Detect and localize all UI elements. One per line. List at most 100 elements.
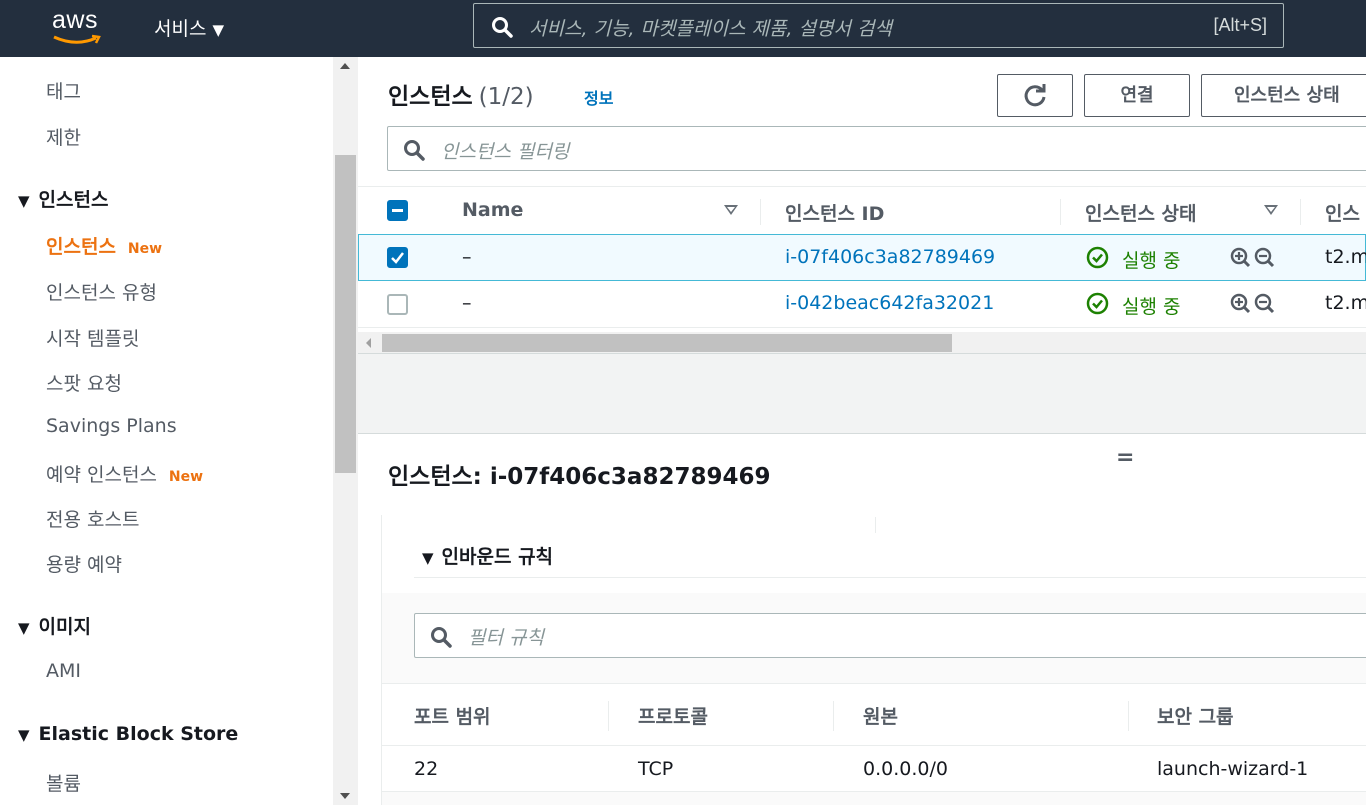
sidebar-item-label: 볼륨 [46, 773, 81, 795]
divider [414, 577, 1366, 578]
filter-placeholder: 인스턴스 필터링 [441, 141, 570, 163]
connect-button[interactable]: 연결 [1084, 74, 1190, 117]
row-checkbox[interactable] [387, 247, 408, 268]
sidebar-item-reserved-instances[interactable]: 예약 인스턴스 New [46, 460, 203, 487]
section-label: 인바운드 규칙 [441, 546, 554, 568]
column-header-name[interactable]: Name [462, 199, 523, 221]
table-row[interactable]: – i-07f406c3a82789469 실행 중 t2.m [358, 234, 1366, 281]
column-header-instance-state[interactable]: 인스턴스 상태 [1085, 199, 1197, 226]
cell-instance-type: t2.m [1325, 292, 1366, 314]
caret-down-icon: ▼ [212, 21, 224, 39]
zoom-in-out-icons[interactable] [1230, 293, 1278, 315]
caret-down-icon: ▼ [18, 192, 30, 210]
main-content: 인스턴스 (1/2) 정보 연결 인스턴스 상태 인스턴스 필터링 Name 인스… [358, 57, 1366, 805]
global-search-input[interactable]: 서비스, 기능, 마켓플레이스 제품, 설명서 검색 [Alt+S] [473, 3, 1284, 48]
scroll-down-icon[interactable] [340, 793, 350, 799]
cell-port-range: 22 [414, 758, 439, 780]
column-divider[interactable] [833, 701, 834, 731]
aws-logo-text: aws [52, 6, 98, 34]
cell-name: – [462, 246, 472, 268]
column-header-instance-id[interactable]: 인스턴스 ID [785, 199, 884, 226]
sidebar-section-ebs[interactable]: ▼ Elastic Block Store [18, 723, 238, 745]
services-menu[interactable]: 서비스 ▼ [154, 14, 224, 41]
success-check-icon [1086, 292, 1109, 315]
sort-icon[interactable] [724, 205, 738, 215]
sidebar: 태그 제한 ▼ 인스턴스 인스턴스 New 인스턴스 유형 시작 템플릿 스팟 요청… [0, 57, 333, 805]
scroll-up-icon[interactable] [340, 63, 350, 69]
column-divider[interactable] [1060, 199, 1061, 225]
table-row[interactable]: – i-042beac642fa32021 실행 중 t2.m [358, 281, 1366, 328]
select-all-checkbox[interactable] [387, 200, 408, 221]
instance-id-link[interactable]: i-07f406c3a82789469 [785, 246, 995, 268]
sidebar-item-limits[interactable]: 제한 [46, 123, 81, 150]
zoom-in-out-icons[interactable] [1230, 247, 1278, 269]
column-divider[interactable] [1300, 199, 1301, 225]
caret-down-icon: ▼ [422, 549, 434, 567]
indeterminate-icon [392, 209, 403, 212]
cell-instance-type: t2.m [1325, 246, 1366, 268]
column-header-instance-type[interactable]: 인스 [1325, 199, 1360, 226]
sidebar-item-spot-requests[interactable]: 스팟 요청 [46, 369, 122, 396]
instance-state-text: 실행 중 [1122, 250, 1181, 272]
new-badge: New [168, 469, 204, 485]
instance-state-button[interactable]: 인스턴스 상태 [1201, 74, 1366, 117]
inbound-rules-toggle[interactable]: ▼ 인바운드 규칙 [422, 542, 553, 569]
instance-id-link[interactable]: i-042beac642fa32021 [785, 292, 994, 314]
info-link[interactable]: 정보 [584, 85, 613, 109]
column-header-protocol[interactable]: 프로토콜 [638, 702, 708, 729]
new-badge: New [127, 241, 163, 257]
row-checkbox[interactable] [387, 294, 408, 315]
search-shortcut: [Alt+S] [1213, 15, 1267, 35]
sidebar-section-images[interactable]: ▼ 이미지 [18, 612, 91, 639]
sidebar-item-label: 인스턴스 유형 [46, 282, 157, 304]
title-text: 인스턴스 [388, 84, 473, 110]
success-check-icon [1086, 246, 1109, 269]
tab-divider [875, 517, 876, 533]
selection-count: (1/2) [478, 84, 534, 110]
column-header-security-group[interactable]: 보안 그룹 [1157, 702, 1234, 729]
column-divider[interactable] [608, 701, 609, 731]
search-icon [492, 17, 513, 38]
sidebar-item-label: AMI [46, 660, 81, 682]
sidebar-item-volumes[interactable]: 볼륨 [46, 769, 81, 796]
section-label: 이미지 [38, 616, 91, 638]
column-divider[interactable] [760, 199, 761, 225]
aws-logo[interactable]: aws [52, 6, 108, 46]
caret-down-icon: ▼ [18, 619, 30, 637]
top-nav: aws 서비스 ▼ 서비스, 기능, 마켓플레이스 제품, 설명서 검색 [Alt… [0, 0, 1366, 57]
sidebar-item-ami[interactable]: AMI [46, 660, 81, 682]
table-row: 22 TCP 0.0.0.0/0 launch-wizard-1 [382, 746, 1366, 792]
sidebar-section-instances[interactable]: ▼ 인스턴스 [18, 185, 108, 212]
sidebar-item-instance-types[interactable]: 인스턴스 유형 [46, 278, 157, 305]
column-header-port-range[interactable]: 포트 범위 [414, 702, 491, 729]
scroll-left-icon[interactable] [366, 338, 371, 348]
sidebar-item-capacity-reservations[interactable]: 용량 예약 [46, 550, 122, 577]
sidebar-item-label: 용량 예약 [46, 554, 122, 576]
sidebar-item-instances[interactable]: 인스턴스 New [46, 232, 162, 259]
table-horizontal-scrollbar[interactable] [358, 332, 1366, 354]
search-icon [404, 140, 425, 161]
detail-panel: ▼ 인바운드 규칙 필터 규칙 포트 범위 프로토콜 원본 보안 그룹 22 TC… [381, 515, 1366, 805]
sidebar-item-launch-templates[interactable]: 시작 템플릿 [46, 324, 139, 351]
refresh-button[interactable] [997, 74, 1073, 117]
search-icon [431, 627, 452, 648]
sort-icon[interactable] [1264, 205, 1278, 215]
instance-filter-input[interactable]: 인스턴스 필터링 [387, 126, 1366, 171]
scrollbar-thumb[interactable] [382, 334, 952, 352]
split-panel-drag-handle[interactable]: = [1116, 445, 1134, 470]
cell-security-group: launch-wizard-1 [1157, 758, 1309, 780]
rules-table-header: 포트 범위 프로토콜 원본 보안 그룹 [382, 683, 1366, 746]
cell-protocol: TCP [638, 758, 674, 780]
section-label: 인스턴스 [38, 189, 109, 211]
sidebar-item-tags[interactable]: 태그 [46, 77, 81, 104]
sidebar-scrollbar[interactable] [333, 57, 358, 805]
column-divider[interactable] [1128, 701, 1129, 731]
sidebar-item-label: 예약 인스턴스 [46, 464, 157, 486]
column-header-source[interactable]: 원본 [863, 702, 898, 729]
cell-name: – [462, 292, 472, 314]
sidebar-item-dedicated-hosts[interactable]: 전용 호스트 [46, 505, 139, 532]
scrollbar-thumb[interactable] [335, 155, 356, 473]
instances-table-header: Name 인스턴스 ID 인스턴스 상태 인스 [358, 186, 1366, 234]
rule-filter-input[interactable]: 필터 규칙 [414, 613, 1366, 658]
sidebar-item-savings-plans[interactable]: Savings Plans [46, 415, 177, 437]
